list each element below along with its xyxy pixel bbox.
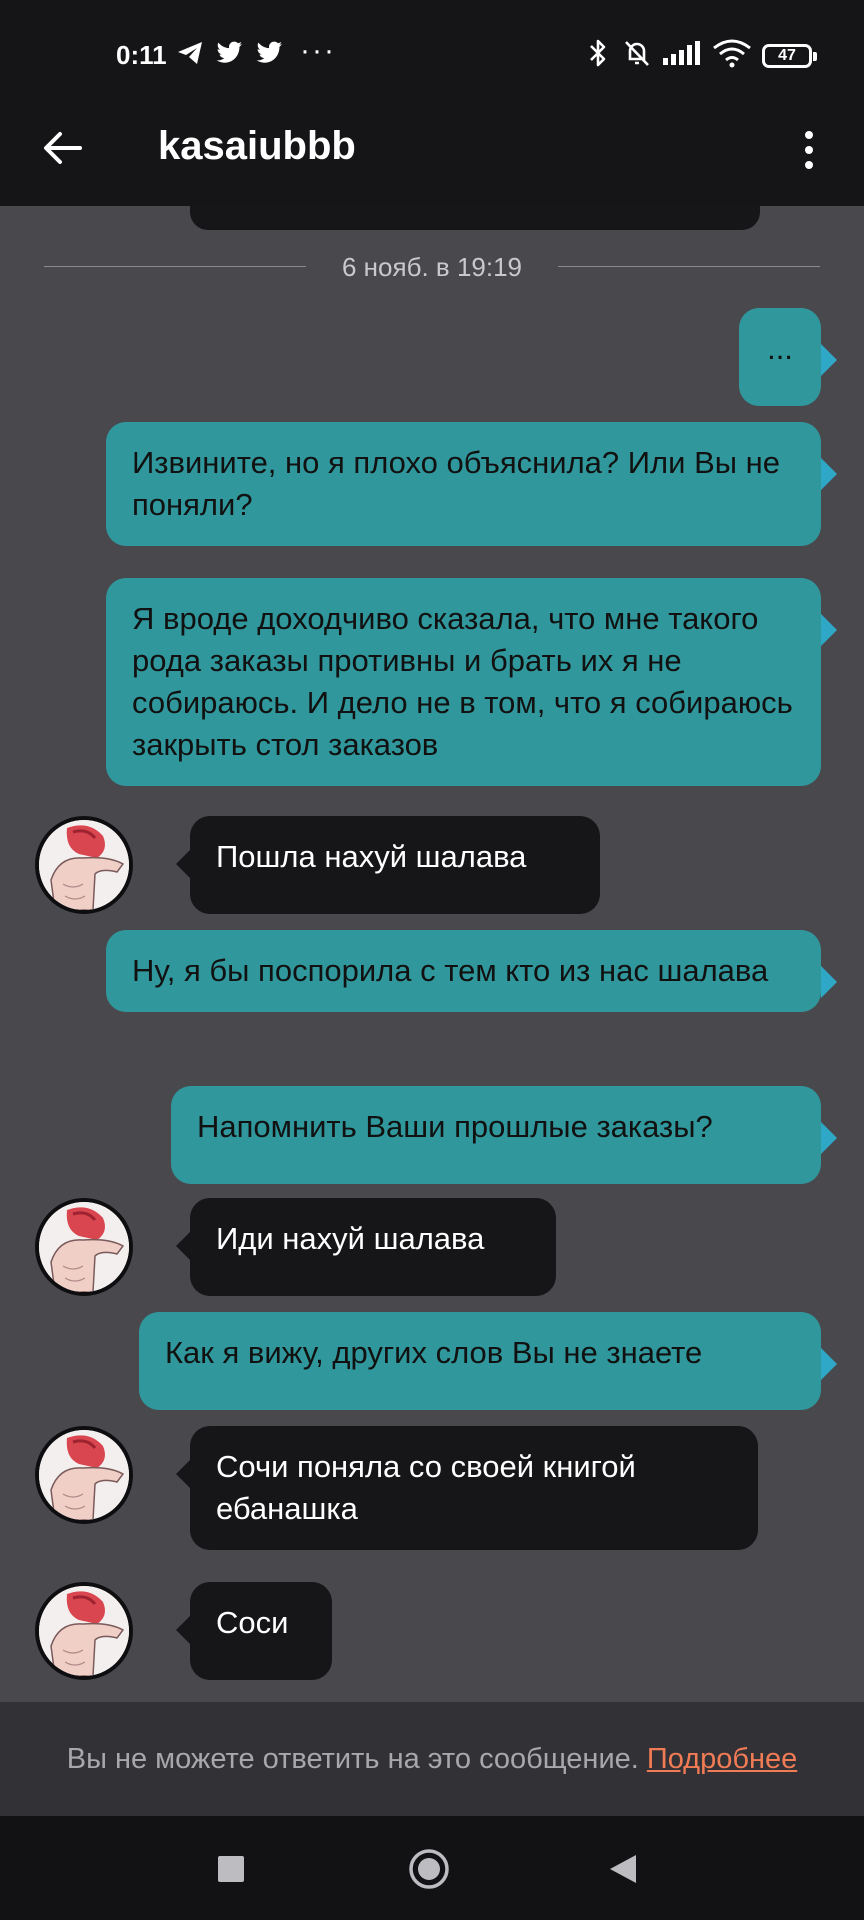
arrow-left-icon [44, 132, 82, 164]
message-text: Ну, я бы поспорила с тем кто из нас шала… [132, 953, 769, 988]
twitter-icon [254, 36, 284, 70]
avatar[interactable] [35, 1198, 133, 1296]
message-text: Пошла нахуй шалава [216, 839, 527, 874]
message-text: Напомнить Ваши прошлые заказы? [197, 1109, 713, 1144]
user-avatar-icon [39, 820, 129, 910]
chat-history[interactable]: 6 нояб. в 19:19 ... Извините, но я плохо… [0, 206, 864, 1702]
message-text: Я вроде доходчиво сказала, что мне таког… [132, 601, 793, 762]
incoming-message[interactable]: Соси [176, 1582, 332, 1680]
home-button[interactable] [406, 1846, 452, 1892]
signal-icon [662, 36, 702, 70]
dots-vertical-icon [805, 131, 813, 169]
back-button[interactable] [36, 122, 88, 174]
notice-text: Вы не можете ответить на это сообщение. [66, 1742, 639, 1775]
muted-bell-icon [622, 36, 652, 70]
triangle-left-icon [610, 1855, 636, 1883]
bluetooth-icon [588, 36, 608, 70]
outgoing-message[interactable]: Я вроде доходчиво сказала, что мне таког… [106, 578, 837, 786]
reply-disabled-notice: Вы не можете ответить на это сообщение. … [0, 1702, 864, 1816]
app-bar: kasaiubbb [0, 100, 864, 206]
outgoing-message[interactable]: ... [739, 308, 837, 406]
wifi-icon [712, 36, 752, 70]
avatar[interactable] [35, 1426, 133, 1524]
telegram-icon [176, 36, 204, 70]
message-text: Извините, но я плохо объяснила? Или Вы н… [132, 445, 781, 522]
twitter-icon [214, 36, 244, 70]
date-label: 6 нояб. в 19:19 [341, 252, 523, 282]
incoming-message[interactable]: Сочи поняла со своей книгой ебанашка [176, 1426, 758, 1550]
outgoing-message[interactable]: Ну, я бы поспорила с тем кто из нас шала… [106, 930, 837, 1012]
chat-title[interactable]: kasaiubbb [158, 124, 356, 169]
avatar[interactable] [35, 816, 133, 914]
user-avatar-icon [39, 1202, 129, 1292]
avatar[interactable] [35, 1582, 133, 1680]
outgoing-message[interactable]: Извините, но я плохо объяснила? Или Вы н… [106, 422, 837, 546]
more-notifications-icon: ··· [300, 34, 336, 67]
outgoing-message[interactable]: Как я вижу, других слов Вы не знаете [139, 1312, 837, 1410]
incoming-message[interactable]: Пошла нахуй шалава [176, 816, 600, 914]
previous-message-bubble [190, 206, 760, 230]
outgoing-message[interactable]: Напомнить Ваши прошлые заказы? [171, 1086, 837, 1184]
status-time: 0:11 [116, 40, 167, 70]
date-separator: 6 нояб. в 19:19 [44, 252, 820, 282]
incoming-message[interactable]: Иди нахуй шалава [176, 1198, 556, 1296]
status-bar: 0:11 ··· 47 [0, 0, 864, 100]
message-text: ... [767, 331, 793, 366]
square-icon [218, 1856, 244, 1882]
message-text: Иди нахуй шалава [216, 1221, 485, 1256]
recent-apps-button[interactable] [208, 1846, 254, 1892]
learn-more-link[interactable]: Подробнее [647, 1743, 797, 1776]
message-text: Как я вижу, других слов Вы не знаете [165, 1335, 703, 1370]
user-avatar-icon [39, 1430, 129, 1520]
message-text: Сочи поняла со своей книгой ебанашка [216, 1449, 636, 1526]
more-options-button[interactable] [786, 120, 832, 180]
circle-icon [409, 1849, 449, 1889]
system-navigation-bar [0, 1816, 864, 1920]
user-avatar-icon [39, 1586, 129, 1676]
back-nav-button[interactable] [600, 1846, 646, 1892]
message-text: Соси [216, 1605, 289, 1640]
battery-icon: 47 [762, 44, 817, 68]
